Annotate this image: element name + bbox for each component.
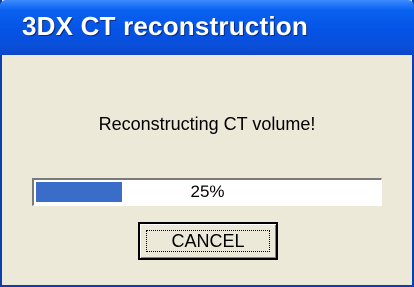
- status-message: Reconstructing CT volume!: [98, 114, 316, 134]
- cancel-button[interactable]: CANCEL: [138, 222, 278, 260]
- progress-percent-label: 25%: [190, 182, 225, 201]
- dialog-window: 3DX CT reconstruction Reconstructing CT …: [0, 0, 414, 287]
- cancel-button-label: CANCEL: [171, 231, 245, 251]
- progress-bar: 25%: [32, 178, 382, 206]
- window-title: 3DX CT reconstruction: [22, 11, 308, 41]
- title-bar[interactable]: 3DX CT reconstruction: [0, 0, 414, 55]
